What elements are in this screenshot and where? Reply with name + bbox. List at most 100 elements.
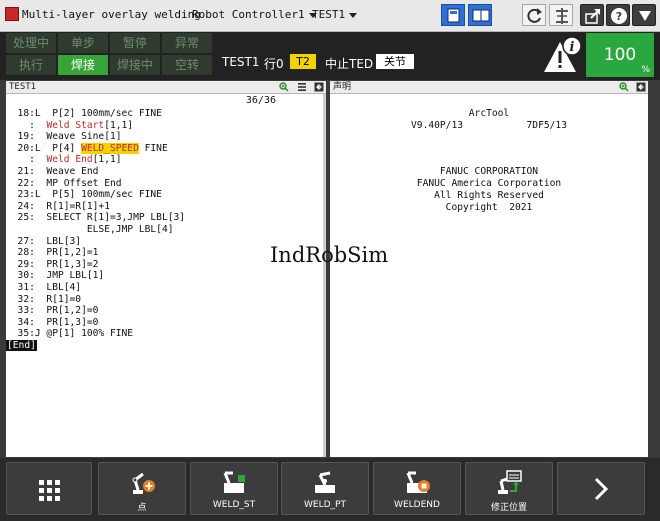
svg-text:?: ? bbox=[616, 10, 622, 23]
next-page-button[interactable] bbox=[557, 462, 645, 515]
code-text: 21: Weave End bbox=[6, 165, 99, 177]
status-state: 中止TED bbox=[325, 57, 374, 71]
code-text: 23:L P[5] 100mm/sec FINE bbox=[6, 189, 162, 201]
chevron-down-icon bbox=[349, 12, 358, 18]
export-button[interactable] bbox=[580, 4, 604, 26]
app-title: Multi-layer overlay welding bbox=[22, 8, 201, 21]
code-line[interactable]: 35:J @P[1] 100% FINE bbox=[6, 328, 316, 340]
code-text: 31: LBL[4] bbox=[6, 281, 82, 293]
zoom-in-icon[interactable] bbox=[279, 82, 289, 92]
code-line[interactable]: : Weld End[1,1] bbox=[6, 154, 316, 166]
code-line[interactable]: 23:L P[5] 100mm/sec FINE bbox=[6, 189, 316, 201]
touchup-button[interactable]: 修正位置 bbox=[465, 462, 553, 515]
dual-display-button[interactable] bbox=[468, 4, 492, 26]
code-text: [1,1] bbox=[92, 154, 122, 166]
code-text: 29: PR[1,3]=2 bbox=[6, 258, 99, 270]
program-editor-pane[interactable]: TEST1 36/36 18:L P[2] 100mm/sec FINE : W… bbox=[6, 81, 326, 457]
reset-button[interactable] bbox=[522, 4, 546, 26]
code-text: FINE bbox=[138, 142, 168, 154]
program-code: 18:L P[2] 100mm/sec FINE : Weld Start[1,… bbox=[6, 108, 316, 351]
code-text: : bbox=[6, 154, 47, 166]
code-line[interactable]: 24: R[1]=R[1]+1 bbox=[6, 201, 316, 213]
controller-selector[interactable]: Robot Controller1 bbox=[192, 8, 317, 21]
weld-instruction: Weld End bbox=[46, 154, 93, 166]
code-line[interactable]: 20:L P[4] WELD_SPEED FINE bbox=[6, 142, 316, 155]
weld-start-label: WELD_ST bbox=[212, 500, 256, 510]
weld-start-button[interactable]: WELD_ST bbox=[190, 462, 278, 515]
copyright-line: All Rights Reserved bbox=[434, 190, 544, 201]
robot-add-point-icon bbox=[132, 472, 155, 494]
point-button-label: 点 bbox=[137, 503, 147, 513]
weld-point-label: WELD_PT bbox=[304, 500, 346, 510]
weld-end-icon bbox=[406, 471, 430, 493]
code-line[interactable]: : Weld Start[1,1] bbox=[6, 120, 316, 132]
code-text: 33: PR[1,2]=0 bbox=[6, 305, 99, 317]
function-key-bar: 点 WELD_ST WELD_PT WELDEND 修正位置 bbox=[0, 458, 660, 521]
coord-badge: 关节 bbox=[376, 54, 414, 69]
jog-frame-icon bbox=[556, 8, 568, 24]
jog-frame-button[interactable] bbox=[549, 4, 573, 26]
code-text: 30: JMP LBL[1] bbox=[6, 270, 105, 282]
code-line[interactable]: 32: R[1]=0 bbox=[6, 294, 316, 306]
code-line[interactable]: 22: MP Offset End bbox=[6, 178, 316, 190]
point-button[interactable]: 点 bbox=[98, 462, 186, 515]
weld-end-button[interactable]: WELDEND bbox=[373, 462, 461, 515]
single-display-button[interactable] bbox=[441, 4, 465, 26]
alarm-button[interactable]: i bbox=[540, 34, 584, 76]
maximize-icon[interactable] bbox=[314, 82, 324, 92]
status-run: 执行 bbox=[6, 55, 56, 75]
editor-scrollbar[interactable] bbox=[323, 94, 326, 457]
menu-icon[interactable] bbox=[297, 82, 307, 92]
code-line[interactable]: 18:L P[2] 100mm/sec FINE bbox=[6, 108, 316, 120]
code-text: 27: LBL[3] bbox=[6, 235, 82, 247]
app-icon bbox=[5, 7, 19, 21]
program-selector[interactable]: TEST1 bbox=[312, 8, 358, 21]
main-menu-button[interactable] bbox=[6, 462, 92, 515]
touchup-position-icon bbox=[498, 470, 522, 494]
status-hold: 暂停 bbox=[110, 33, 160, 53]
code-text: 24: R[1]=R[1]+1 bbox=[6, 200, 110, 212]
watermark-text: IndRobSim bbox=[270, 243, 389, 267]
status-busy: 处理中 bbox=[6, 33, 56, 53]
copyright-line: FANUC CORPORATION bbox=[439, 166, 539, 177]
status-step: 单步 bbox=[58, 33, 108, 53]
code-line[interactable]: 33: PR[1,2]=0 bbox=[6, 305, 316, 317]
zoom-in-icon[interactable] bbox=[618, 82, 629, 92]
code-line[interactable]: 30: JMP LBL[1] bbox=[6, 270, 316, 282]
info-pane-header: 声明 bbox=[330, 81, 648, 94]
code-text: 25: SELECT R[1]=3,JMP LBL[3] bbox=[6, 212, 186, 224]
code-line[interactable]: 31: LBL[4] bbox=[6, 282, 316, 294]
weld-instruction: Weld Start bbox=[46, 119, 105, 131]
title-bar: Multi-layer overlay welding Robot Contro… bbox=[0, 0, 660, 32]
code-text: 34: PR[1,3]=0 bbox=[6, 316, 99, 328]
version-line: V9.40P/13 7DF5/13 bbox=[411, 120, 567, 131]
weld-point-button[interactable]: WELD_PT bbox=[281, 462, 369, 515]
minimize-button[interactable] bbox=[632, 4, 656, 26]
code-text: [1,1] bbox=[104, 119, 134, 131]
code-line[interactable]: 34: PR[1,3]=0 bbox=[6, 317, 316, 329]
code-line[interactable]: [End] bbox=[6, 339, 316, 352]
code-text: 18:L P[2] 100mm/sec FINE bbox=[6, 108, 162, 119]
mode-badge: T2 bbox=[290, 54, 316, 69]
maximize-icon[interactable] bbox=[636, 82, 646, 92]
info-pane-title: 声明 bbox=[333, 82, 352, 92]
grid-menu-icon bbox=[39, 480, 60, 501]
copyright-line: FANUC America Corporation bbox=[416, 178, 562, 189]
weld-speed-highlight: WELD_SPEED bbox=[81, 142, 139, 154]
copyright-line: Copyright 2021 bbox=[445, 202, 533, 213]
weld-start-icon bbox=[223, 471, 245, 493]
status-program-name: TEST1 bbox=[222, 55, 260, 69]
code-text: 19: Weave Sine[1] bbox=[6, 131, 122, 143]
code-line[interactable]: ELSE,JMP LBL[4] bbox=[6, 224, 316, 236]
code-line[interactable]: 19: Weave Sine[1] bbox=[6, 131, 316, 143]
status-dry-run: 空转 bbox=[162, 55, 212, 75]
warning-info-icon: i bbox=[544, 36, 582, 72]
speed-override-button[interactable]: 100 % bbox=[586, 33, 654, 77]
code-line[interactable]: 21: Weave End bbox=[6, 166, 316, 178]
code-line[interactable]: 25: SELECT R[1]=3,JMP LBL[3] bbox=[6, 212, 316, 224]
svg-text:i: i bbox=[570, 40, 575, 55]
code-text: ELSE,JMP LBL[4] bbox=[6, 223, 174, 235]
end-marker: [End] bbox=[6, 339, 37, 351]
info-pane: 声明 ArcTool V9.40P/13 7DF5/13 FANUC CORPO… bbox=[330, 81, 648, 457]
help-button[interactable]: ? bbox=[606, 4, 630, 26]
